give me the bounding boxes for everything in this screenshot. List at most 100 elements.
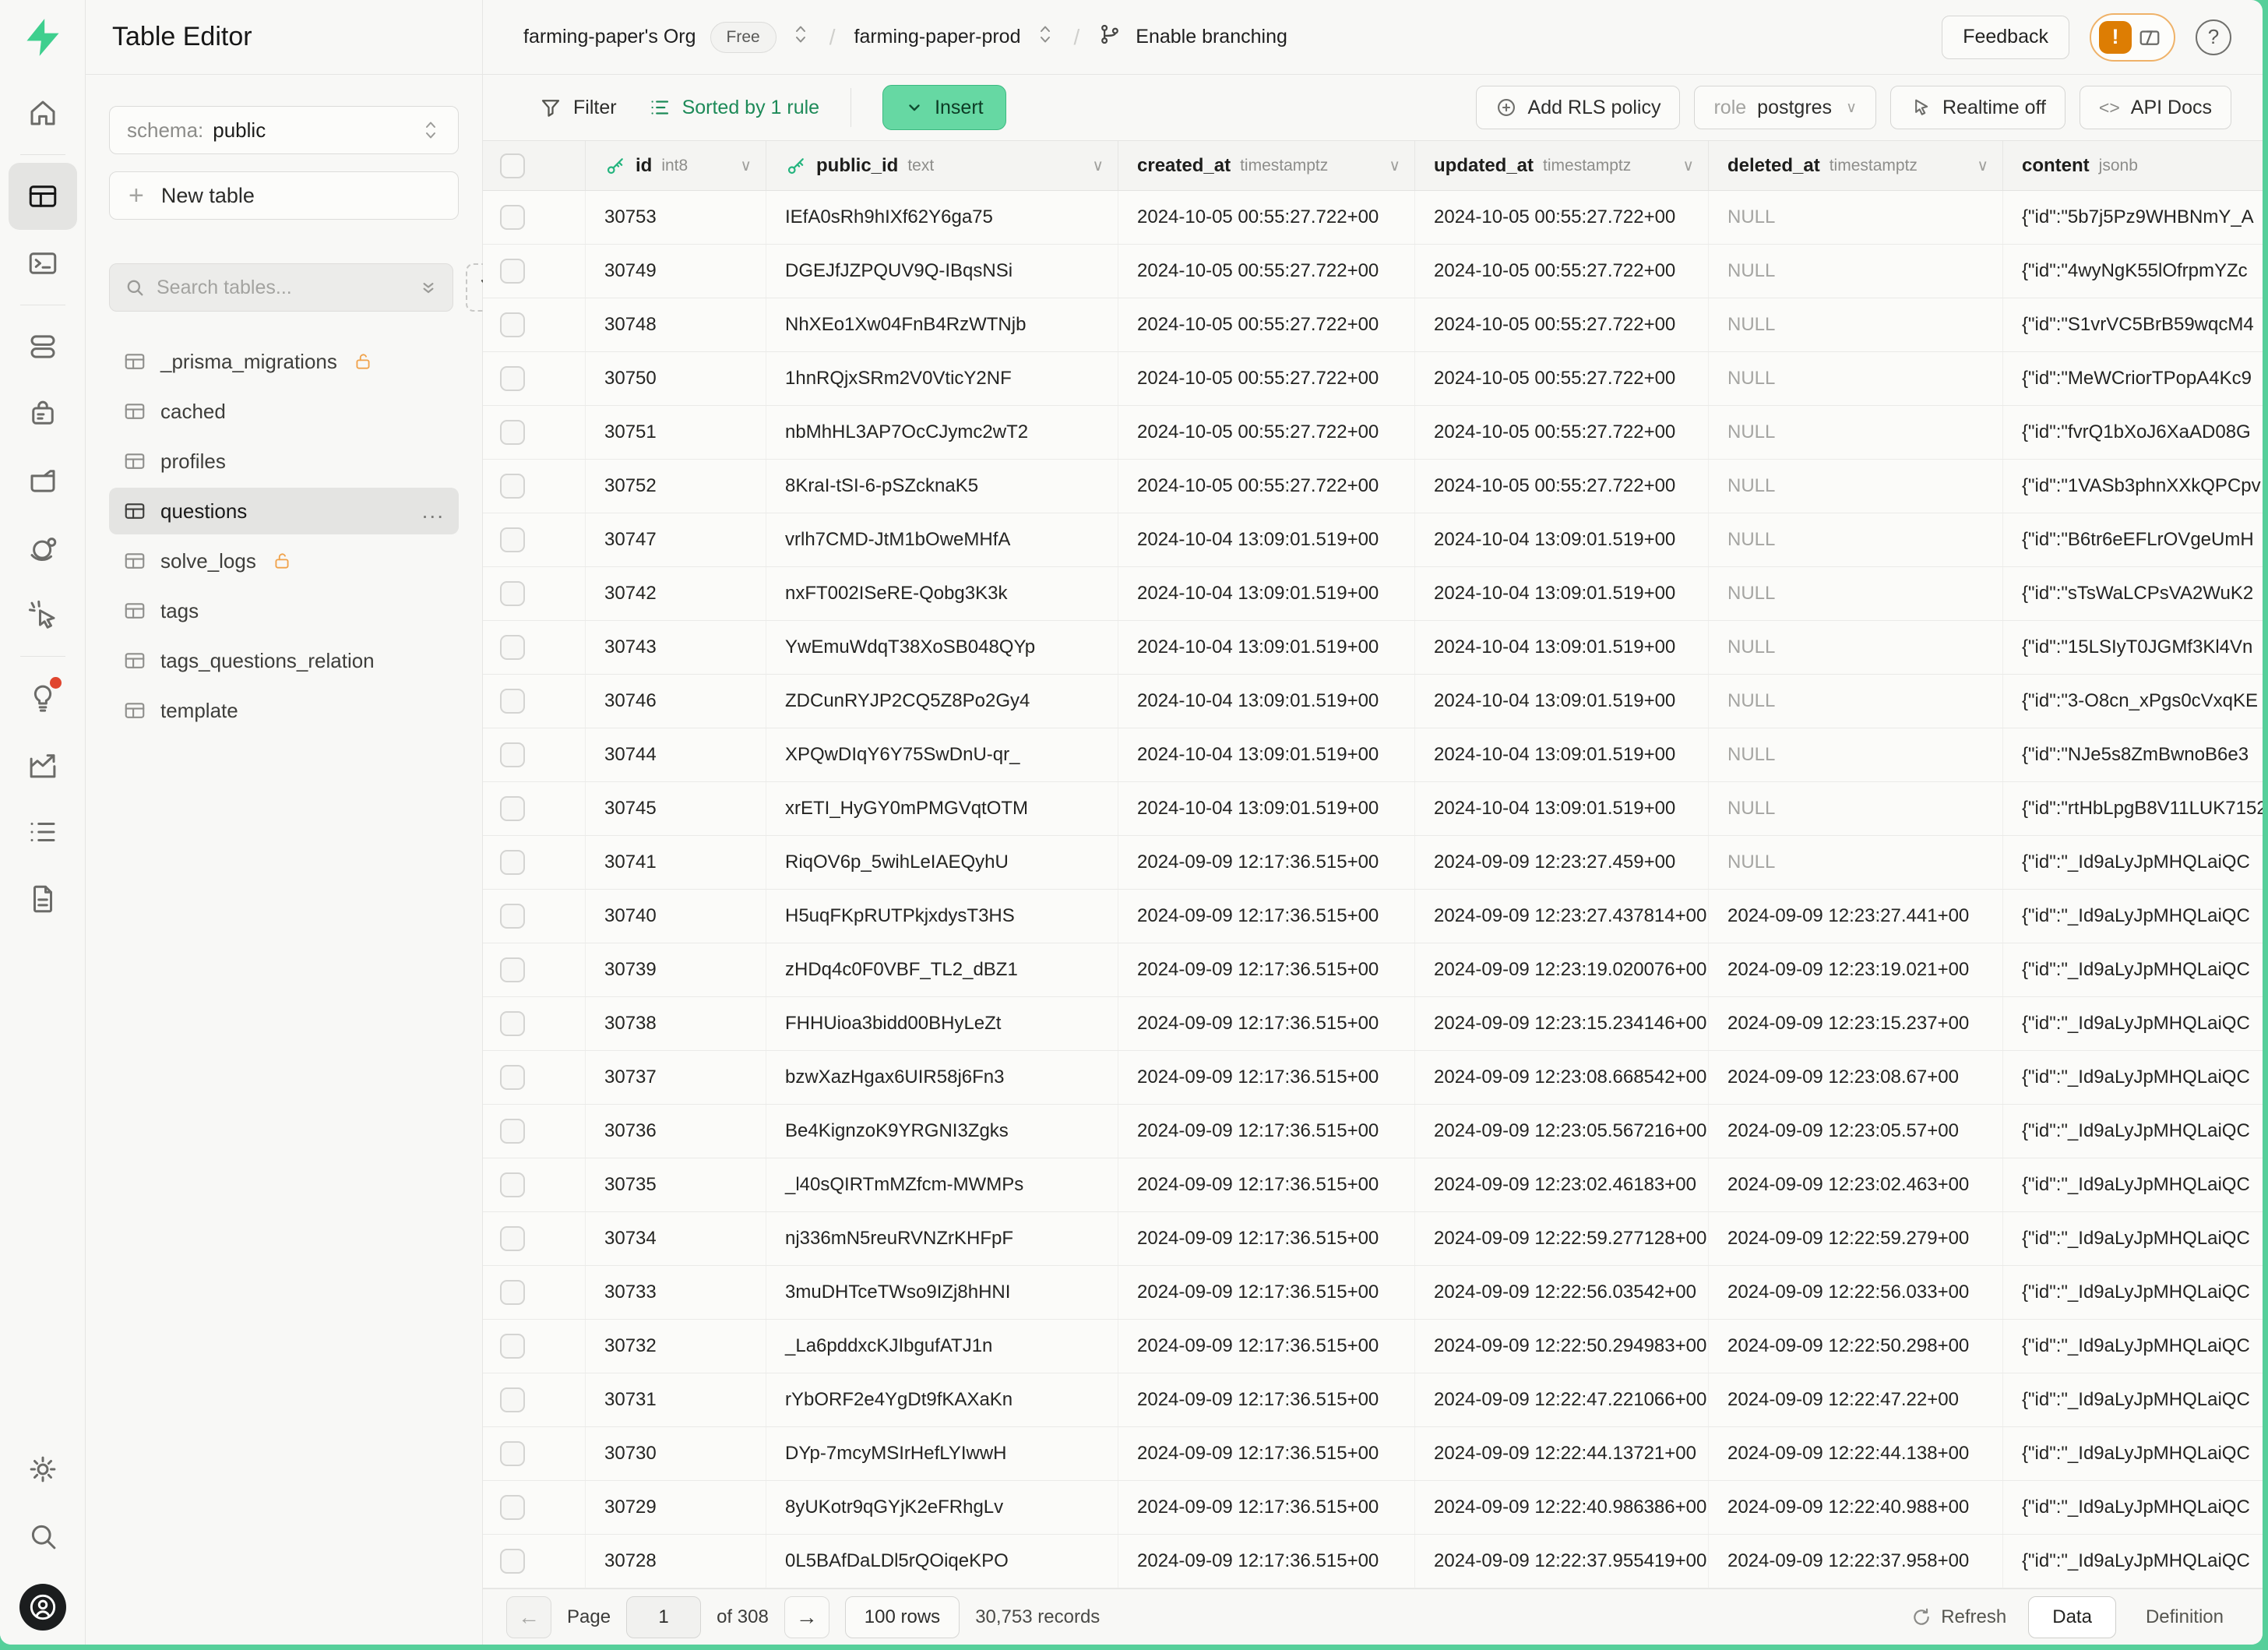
row-checkbox[interactable]	[500, 420, 525, 445]
cell-deleted_at[interactable]: 2024-09-09 12:22:40.988+00	[1709, 1481, 2003, 1534]
cell-id[interactable]: 30746	[586, 675, 766, 728]
cell-id[interactable]: 30744	[586, 728, 766, 781]
table-row[interactable]: 30753IEfA0sRh9hIXf62Y6ga752024-10-05 00:…	[483, 191, 2263, 245]
table-row[interactable]: 30736Be4KignzoK9YRGNI3Zgks2024-09-09 12:…	[483, 1105, 2263, 1158]
cell-created_at[interactable]: 2024-09-09 12:17:36.515+00	[1118, 1212, 1415, 1265]
cell-id[interactable]: 30731	[586, 1373, 766, 1426]
cell-created_at[interactable]: 2024-09-09 12:17:36.515+00	[1118, 1051, 1415, 1104]
cell-created_at[interactable]: 2024-09-09 12:17:36.515+00	[1118, 943, 1415, 996]
cell-updated_at[interactable]: 2024-09-09 12:23:05.567216+00	[1415, 1105, 1709, 1158]
cell-id[interactable]: 30730	[586, 1427, 766, 1480]
cell-public_id[interactable]: XPQwDIqY6Y75SwDnU-qr_	[766, 728, 1118, 781]
table-row[interactable]: 307528KraI-tSI-6-pSZcknaK52024-10-05 00:…	[483, 460, 2263, 513]
cell-deleted_at[interactable]: NULL	[1709, 352, 2003, 405]
cell-updated_at[interactable]: 2024-10-05 00:55:27.722+00	[1415, 191, 1709, 244]
cell-deleted_at[interactable]: 2024-09-09 12:22:47.22+00	[1709, 1373, 2003, 1426]
row-checkbox[interactable]	[500, 1441, 525, 1466]
chevron-down-icon[interactable]: ∨	[1092, 156, 1104, 175]
cell-public_id[interactable]: _l40sQIRTmMZfcm-MWMPs	[766, 1158, 1118, 1211]
cell-content[interactable]: {"id":"15LSIyT0JGMf3Kl4Vn	[2003, 621, 2263, 674]
cell-content[interactable]: {"id":"_Id9aLyJpMHQLaiQC	[2003, 1535, 2263, 1588]
cell-id[interactable]: 30741	[586, 836, 766, 889]
supabase-logo-icon[interactable]	[23, 17, 63, 58]
schema-select[interactable]: schema: public	[109, 106, 459, 154]
api-docs-button[interactable]: <> API Docs	[2080, 86, 2231, 129]
cell-updated_at[interactable]: 2024-10-04 13:09:01.519+00	[1415, 621, 1709, 674]
cell-content[interactable]: {"id":"_Id9aLyJpMHQLaiQC	[2003, 836, 2263, 889]
row-checkbox[interactable]	[500, 1495, 525, 1520]
row-checkbox[interactable]	[500, 796, 525, 821]
cell-public_id[interactable]: nxFT002ISeRE-Qobg3K3k	[766, 567, 1118, 620]
cell-created_at[interactable]: 2024-10-04 13:09:01.519+00	[1118, 621, 1415, 674]
row-checkbox[interactable]	[500, 581, 525, 606]
sidebar-item-_prisma_migrations[interactable]: _prisma_migrations	[109, 338, 459, 385]
column-header-updated_at[interactable]: updated_attimestamptz∨	[1415, 141, 1709, 190]
cell-id[interactable]: 30734	[586, 1212, 766, 1265]
cell-updated_at[interactable]: 2024-10-04 13:09:01.519+00	[1415, 513, 1709, 566]
cell-created_at[interactable]: 2024-10-05 00:55:27.722+00	[1118, 406, 1415, 459]
realtime-toggle-button[interactable]: Realtime off	[1890, 86, 2066, 129]
cell-deleted_at[interactable]: 2024-09-09 12:22:50.298+00	[1709, 1320, 2003, 1373]
row-checkbox[interactable]	[500, 1549, 525, 1574]
row-checkbox-cell[interactable]	[483, 567, 586, 620]
cell-created_at[interactable]: 2024-10-04 13:09:01.519+00	[1118, 728, 1415, 781]
role-select[interactable]: role postgres ∨	[1694, 86, 1876, 129]
cell-deleted_at[interactable]: NULL	[1709, 191, 2003, 244]
row-checkbox-cell[interactable]	[483, 460, 586, 513]
rail-settings-icon[interactable]	[9, 1436, 77, 1503]
sidebar-item-tags_questions_relation[interactable]: tags_questions_relation	[109, 637, 459, 684]
cell-deleted_at[interactable]: NULL	[1709, 728, 2003, 781]
cell-updated_at[interactable]: 2024-10-05 00:55:27.722+00	[1415, 406, 1709, 459]
row-checkbox-cell[interactable]	[483, 1481, 586, 1534]
cell-updated_at[interactable]: 2024-10-04 13:09:01.519+00	[1415, 782, 1709, 835]
table-row[interactable]: 30734nj336mN5reuRVNZrKHFpF2024-09-09 12:…	[483, 1212, 2263, 1266]
cell-public_id[interactable]: bzwXazHgax6UIR58j6Fn3	[766, 1051, 1118, 1104]
cell-updated_at[interactable]: 2024-09-09 12:23:19.020076+00	[1415, 943, 1709, 996]
cell-content[interactable]: {"id":"1VASb3phnXXkQPCpv	[2003, 460, 2263, 513]
table-row[interactable]: 30748NhXEo1Xw04FnB4RzWTNjb2024-10-05 00:…	[483, 298, 2263, 352]
cell-created_at[interactable]: 2024-10-05 00:55:27.722+00	[1118, 298, 1415, 351]
cell-created_at[interactable]: 2024-09-09 12:17:36.515+00	[1118, 1373, 1415, 1426]
cell-id[interactable]: 30747	[586, 513, 766, 566]
rows-per-page-button[interactable]: 100 rows	[845, 1596, 960, 1638]
next-page-button[interactable]: →	[784, 1596, 829, 1638]
chevron-down-icon[interactable]: ∨	[1682, 156, 1694, 175]
cell-content[interactable]: {"id":"5b7j5Pz9WHBNmY_A	[2003, 191, 2263, 244]
cell-deleted_at[interactable]: 2024-09-09 12:22:44.138+00	[1709, 1427, 2003, 1480]
org-name[interactable]: farming-paper's Org	[523, 26, 696, 48]
cell-deleted_at[interactable]: 2024-09-09 12:23:19.021+00	[1709, 943, 2003, 996]
cell-public_id[interactable]: 1hnRQjxSRm2V0VticY2NF	[766, 352, 1118, 405]
row-checkbox-cell[interactable]	[483, 890, 586, 943]
search-tables-input[interactable]	[157, 277, 407, 299]
cell-public_id[interactable]: 0L5BAfDaLDl5rQOiqeKPO	[766, 1535, 1118, 1588]
cell-public_id[interactable]: IEfA0sRh9hIXf62Y6ga75	[766, 191, 1118, 244]
rail-database-icon[interactable]	[9, 313, 77, 380]
cell-content[interactable]: {"id":"fvrQ1bXoJ6XaAD08G	[2003, 406, 2263, 459]
chevron-down-icon[interactable]: ∨	[1389, 156, 1400, 175]
cell-id[interactable]: 30751	[586, 406, 766, 459]
row-checkbox[interactable]	[500, 1334, 525, 1359]
sidebar-item-questions[interactable]: questions...	[109, 488, 459, 534]
cell-created_at[interactable]: 2024-09-09 12:17:36.515+00	[1118, 836, 1415, 889]
assistant-warning-pill[interactable]: !	[2090, 13, 2175, 62]
row-checkbox-cell[interactable]	[483, 1051, 586, 1104]
cell-content[interactable]: {"id":"NJe5s8ZmBwnoB6e3	[2003, 728, 2263, 781]
table-row[interactable]: 30738FHHUioa3bidd00BHyLeZt2024-09-09 12:…	[483, 997, 2263, 1051]
row-checkbox[interactable]	[500, 1065, 525, 1090]
cell-updated_at[interactable]: 2024-09-09 12:23:08.668542+00	[1415, 1051, 1709, 1104]
row-checkbox-cell[interactable]	[483, 782, 586, 835]
cell-updated_at[interactable]: 2024-09-09 12:22:56.03542+00	[1415, 1266, 1709, 1319]
cell-content[interactable]: {"id":"B6tr6eEFLrOVgeUmH	[2003, 513, 2263, 566]
row-checkbox-cell[interactable]	[483, 621, 586, 674]
sidebar-item-template[interactable]: template	[109, 687, 459, 734]
cell-deleted_at[interactable]: NULL	[1709, 513, 2003, 566]
row-checkbox-cell[interactable]	[483, 1535, 586, 1588]
cell-deleted_at[interactable]: NULL	[1709, 406, 2003, 459]
row-checkbox[interactable]	[500, 205, 525, 230]
cell-content[interactable]: {"id":"_Id9aLyJpMHQLaiQC	[2003, 1105, 2263, 1158]
cell-deleted_at[interactable]: NULL	[1709, 567, 2003, 620]
table-row[interactable]: 30740H5uqFKpRUTPkjxdysT3HS2024-09-09 12:…	[483, 890, 2263, 943]
cell-deleted_at[interactable]: NULL	[1709, 621, 2003, 674]
select-all-checkbox-cell[interactable]	[483, 141, 586, 190]
column-header-created_at[interactable]: created_attimestamptz∨	[1118, 141, 1415, 190]
